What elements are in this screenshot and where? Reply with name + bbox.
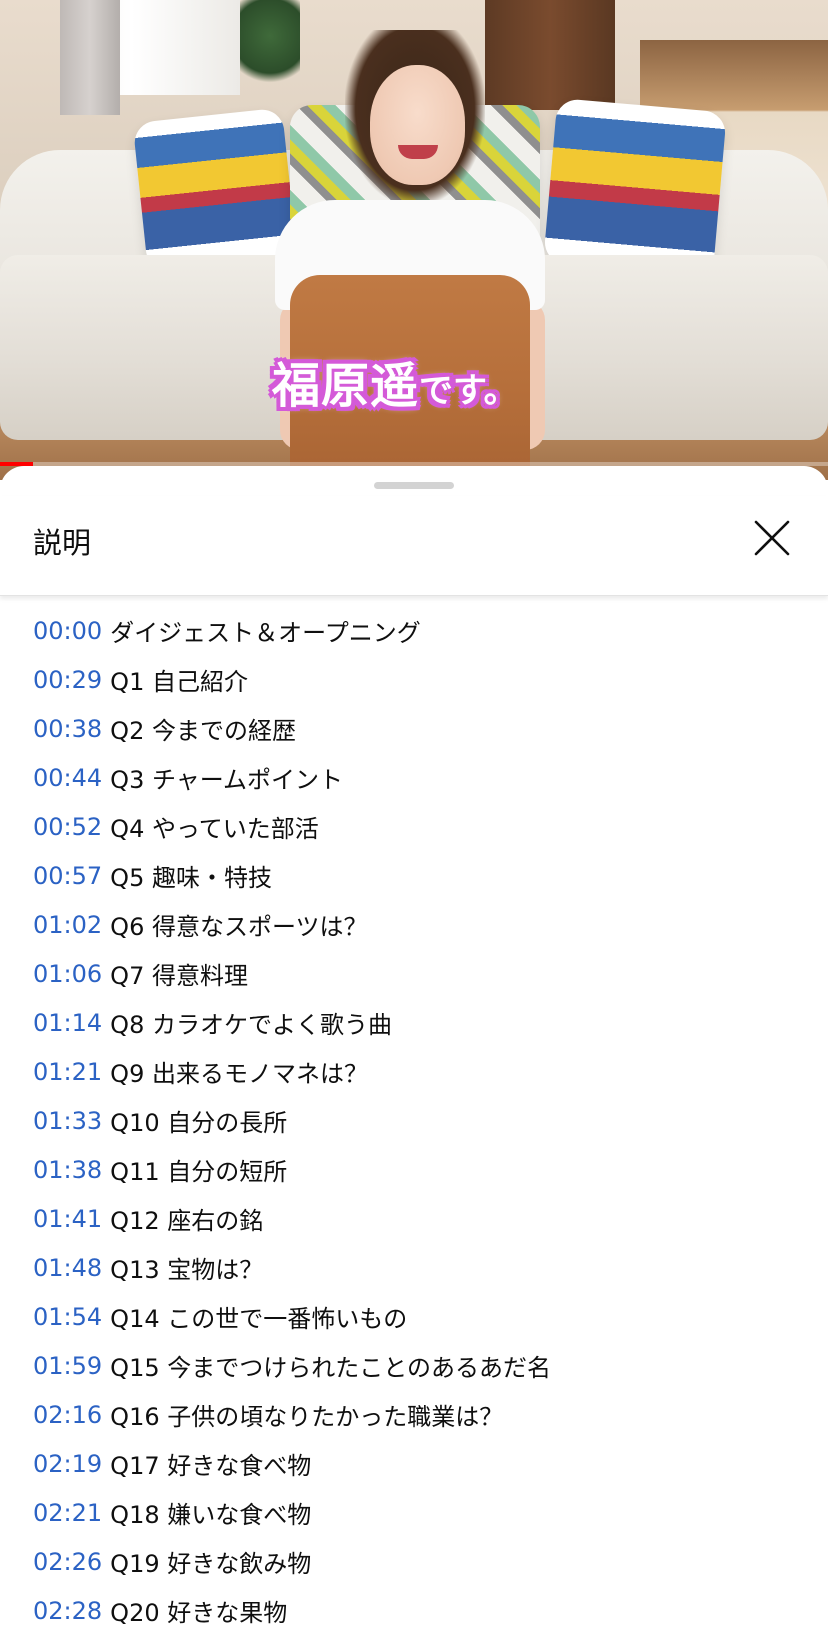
background-plant [240, 0, 300, 90]
chapter-title: Q10 自分の長所 [110, 1109, 288, 1137]
cushion-left [132, 107, 298, 273]
chapter-item: 00:38 Q2 今までの経歴 [0, 704, 828, 753]
chapter-title: ダイジェスト＆オープニング [110, 619, 421, 647]
panel-title: 説明 [33, 526, 92, 560]
chapter-timestamp-link[interactable]: 01:14 [33, 1009, 102, 1037]
panel-header: 説明 [0, 496, 828, 596]
chapter-title: Q6 得意なスポーツは？ [110, 913, 368, 941]
chapter-item: 00:29 Q1 自己紹介 [0, 655, 828, 704]
chapter-title: Q13 宝物は？ [110, 1256, 264, 1284]
chapter-title: Q4 やっていた部活 [110, 815, 319, 843]
chapter-timestamp-link[interactable]: 02:26 [33, 1548, 102, 1576]
chapter-timestamp-link[interactable]: 00:44 [33, 764, 102, 792]
caption-name: 福原遥 [272, 358, 420, 414]
chapter-title: Q18 嫌いな食べ物 [110, 1501, 312, 1529]
chapter-title: Q19 好きな飲み物 [110, 1550, 312, 1578]
description-panel: 説明 00:00 ダイジェスト＆オープニング 00:29 Q1 自己紹介 00:38 Q2… [0, 466, 828, 1644]
chapter-timestamp-link[interactable]: 01:59 [33, 1352, 102, 1380]
chapter-timestamp-link[interactable]: 00:57 [33, 862, 102, 890]
chapter-item: 02:19 Q17 好きな食べ物 [0, 1439, 828, 1488]
chapter-item: 01:14 Q8 カラオケでよく歌う曲 [0, 998, 828, 1047]
chapter-timestamp-link[interactable]: 02:16 [33, 1401, 102, 1429]
chapter-item: 01:06 Q7 得意料理 [0, 949, 828, 998]
chapter-title: Q7 得意料理 [110, 962, 248, 990]
person-face [370, 65, 465, 185]
chapter-item: 01:48 Q13 宝物は？ [0, 1243, 828, 1292]
chapter-title: Q5 趣味・特技 [110, 864, 272, 892]
chapter-title: Q9 出来るモノマネは？ [110, 1060, 368, 1088]
caption-tail: です。 [419, 371, 518, 411]
chapter-title: Q8 カラオケでよく歌う曲 [110, 1011, 392, 1039]
chapter-item: 01:59 Q15 今までつけられたことのあるあだ名 [0, 1341, 828, 1390]
chapter-timestamp-link[interactable]: 00:38 [33, 715, 102, 743]
chapter-item: 02:28 Q20 好きな果物 [0, 1586, 828, 1635]
background-curtain [60, 0, 120, 115]
chapter-title: Q11 自分の短所 [110, 1158, 288, 1186]
chapter-timestamp-link[interactable]: 01:38 [33, 1156, 102, 1184]
close-icon [754, 520, 790, 556]
chapter-timestamp-link[interactable]: 01:48 [33, 1254, 102, 1282]
chapter-item: 02:21 Q18 嫌いな食べ物 [0, 1488, 828, 1537]
chapter-timestamp-link[interactable]: 01:21 [33, 1058, 102, 1086]
chapter-timestamp-link[interactable]: 01:06 [33, 960, 102, 988]
chapter-title: Q14 この世で一番怖いもの [110, 1305, 408, 1333]
chapter-title: Q3 チャームポイント [110, 766, 344, 794]
chapter-timestamp-link[interactable]: 00:29 [33, 666, 102, 694]
chapter-timestamp-link[interactable]: 01:54 [33, 1303, 102, 1331]
video-player[interactable]: 福原遥です。 [0, 0, 828, 480]
chapter-title: Q20 好きな果物 [110, 1599, 288, 1627]
chapter-timestamp-link[interactable]: 02:28 [33, 1597, 102, 1625]
drag-handle[interactable] [374, 482, 454, 489]
chapter-item: 00:00 ダイジェスト＆オープニング [0, 606, 828, 655]
chapter-title: Q16 子供の頃なりたかった職業は？ [110, 1403, 504, 1431]
chapter-item: 01:21 Q9 出来るモノマネは？ [0, 1047, 828, 1096]
chapter-title: Q17 好きな食べ物 [110, 1452, 312, 1480]
chapter-timestamp-link[interactable]: 01:33 [33, 1107, 102, 1135]
chapter-timestamp-link[interactable]: 02:19 [33, 1450, 102, 1478]
chapter-title: Q2 今までの経歴 [110, 717, 296, 745]
chapter-item: 00:57 Q5 趣味・特技 [0, 851, 828, 900]
chapter-item: 01:33 Q10 自分の長所 [0, 1096, 828, 1145]
chapter-item: 00:44 Q3 チャームポイント [0, 753, 828, 802]
close-button[interactable] [748, 514, 796, 562]
chapter-item: 01:54 Q14 この世で一番怖いもの [0, 1292, 828, 1341]
chapter-timestamp-link[interactable]: 02:21 [33, 1499, 102, 1527]
chapter-item: 01:02 Q6 得意なスポーツは？ [0, 900, 828, 949]
chapter-timestamp-link[interactable]: 01:02 [33, 911, 102, 939]
chapter-item: 00:52 Q4 やっていた部活 [0, 802, 828, 851]
chapter-timestamp-link[interactable]: 00:52 [33, 813, 102, 841]
cushion-right [543, 97, 727, 278]
chapter-item: 01:38 Q11 自分の短所 [0, 1145, 828, 1194]
chapter-item: 01:41 Q12 座右の銘 [0, 1194, 828, 1243]
chapter-timestamp-link[interactable]: 01:41 [33, 1205, 102, 1233]
video-caption: 福原遥です。 [272, 362, 518, 410]
chapter-timestamp-link[interactable]: 00:00 [33, 617, 102, 645]
chapter-title: Q12 座右の銘 [110, 1207, 264, 1235]
chapter-item: 02:16 Q16 子供の頃なりたかった職業は？ [0, 1390, 828, 1439]
chapter-title: Q15 今までつけられたことのあるあだ名 [110, 1354, 551, 1382]
background-door [485, 0, 615, 110]
chapter-list: 00:00 ダイジェスト＆オープニング 00:29 Q1 自己紹介 00:38 Q2 今ま… [0, 606, 828, 1635]
chapter-item: 02:26 Q19 好きな飲み物 [0, 1537, 828, 1586]
chapter-title: Q1 自己紹介 [110, 668, 248, 696]
